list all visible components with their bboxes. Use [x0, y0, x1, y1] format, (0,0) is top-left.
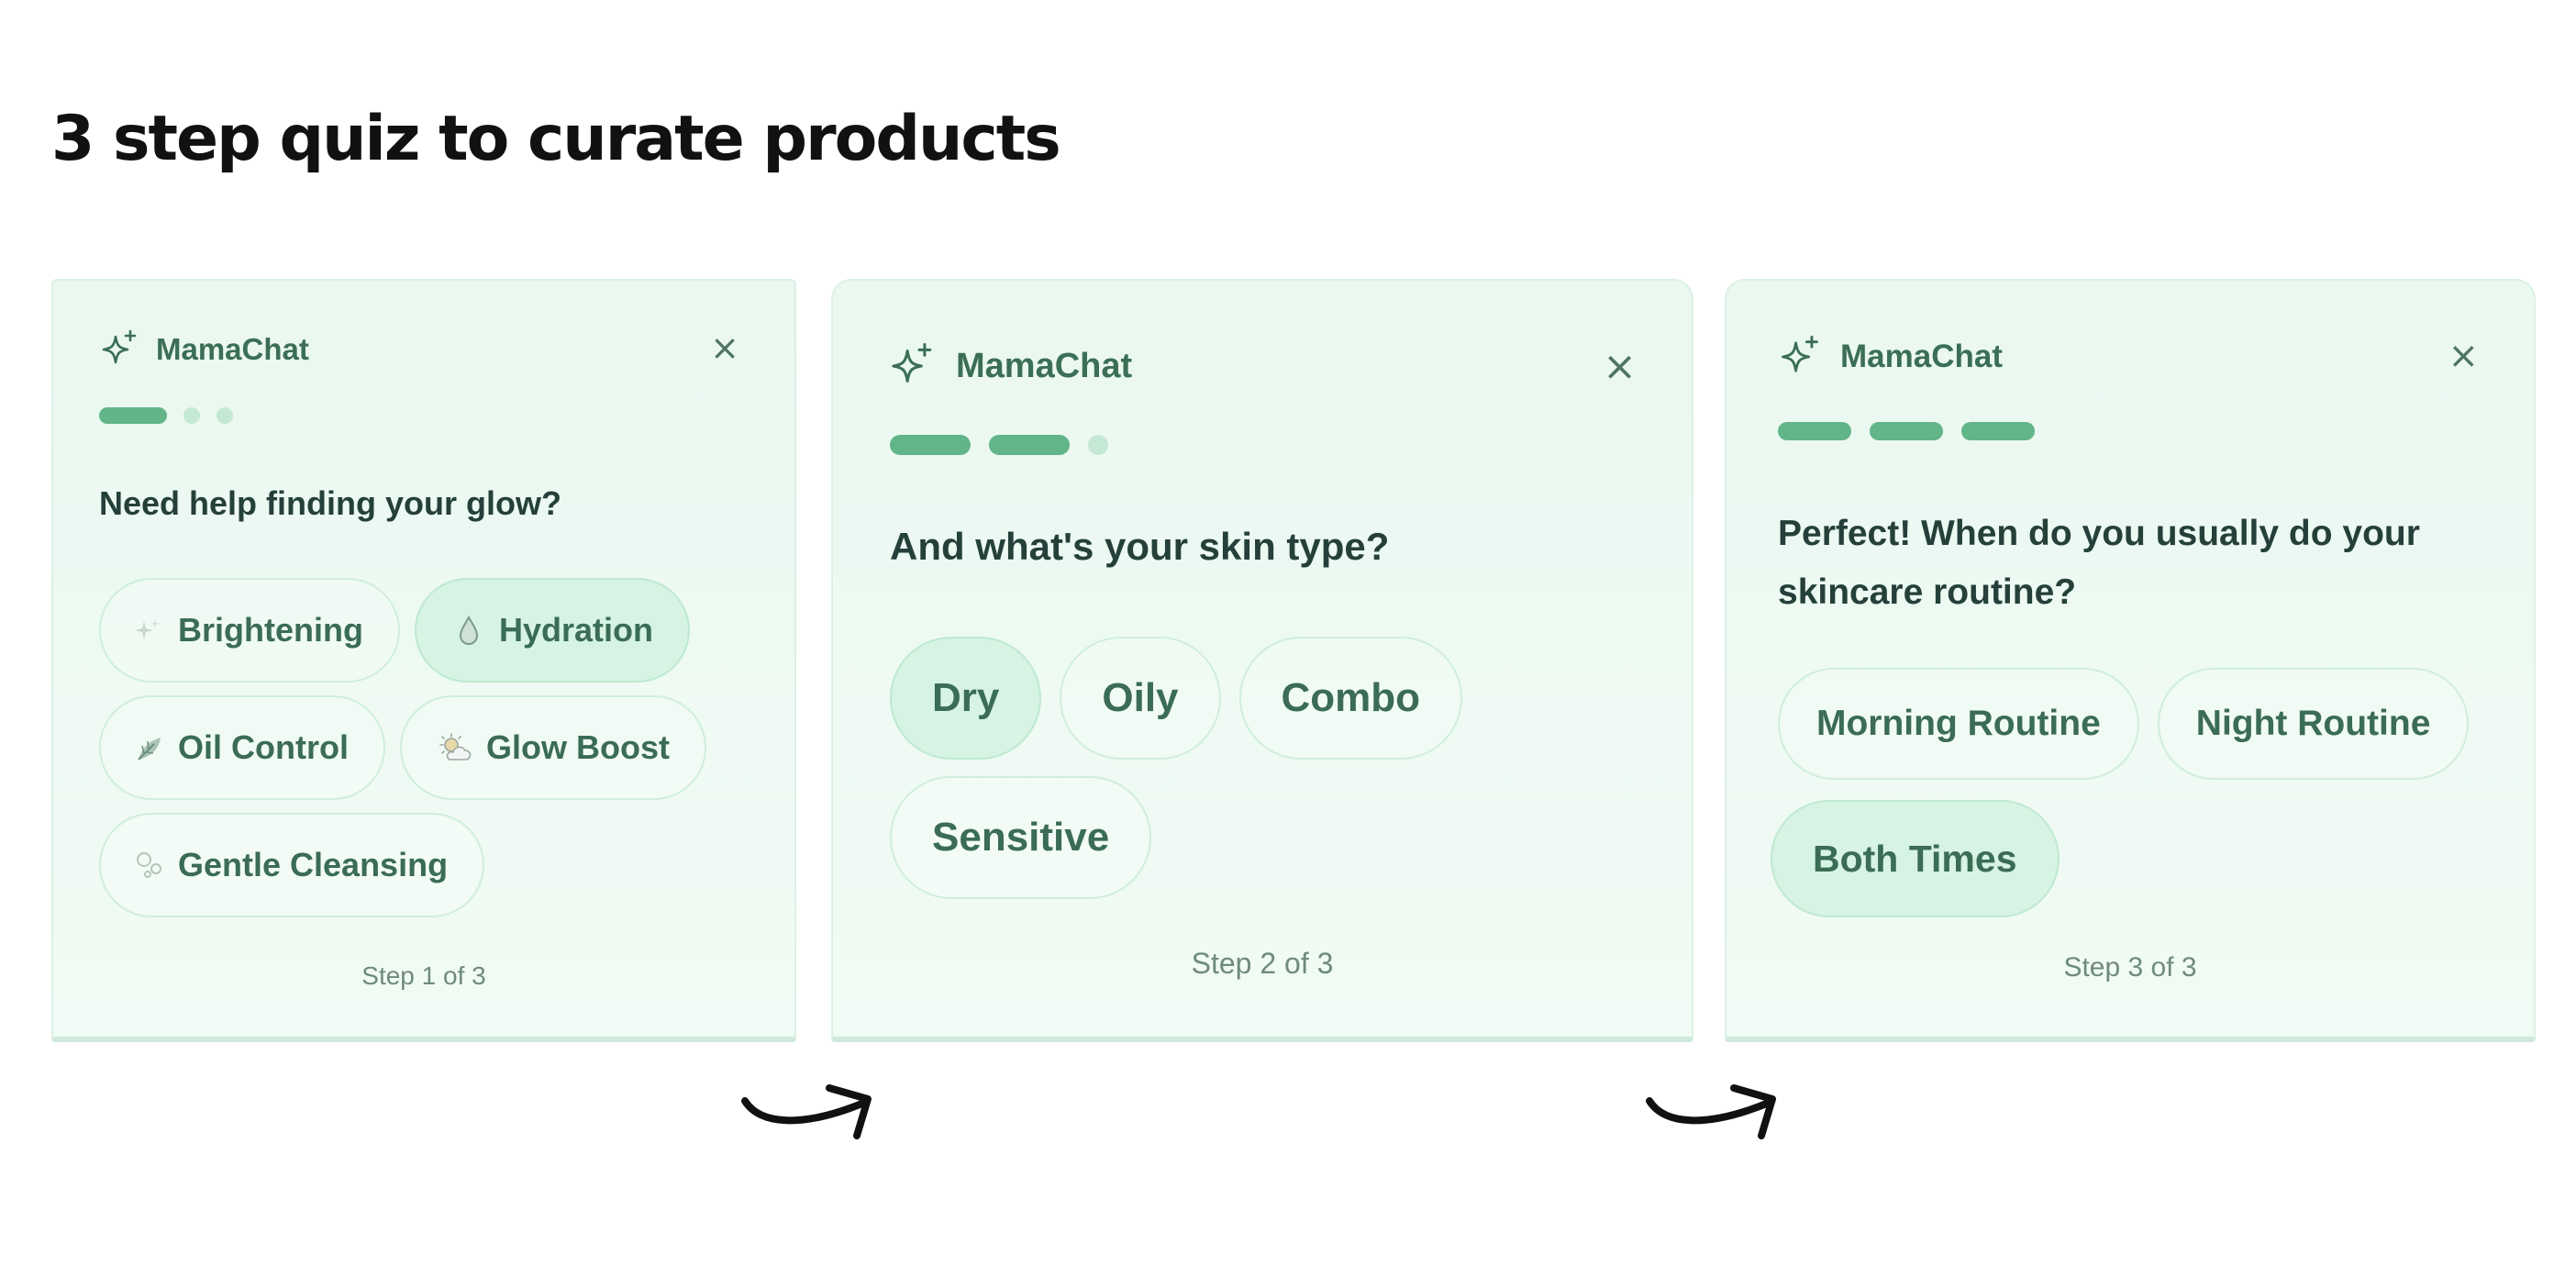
chat-header: MamaChat: [888, 341, 1132, 391]
sparkle-icon: [1778, 334, 1824, 380]
option-oil-control[interactable]: Oil Control: [99, 695, 385, 800]
next-step-arrow-icon: [741, 1084, 872, 1139]
chat-header: MamaChat: [99, 328, 309, 371]
option-label: Morning Routine: [1816, 704, 2101, 743]
progress-indicator: [99, 407, 233, 424]
quiz-card-step-2: MamaChat × And what's your skin type? Dr…: [831, 279, 1693, 1042]
next-step-arrow-icon: [1646, 1084, 1776, 1139]
option-dry[interactable]: Dry: [890, 637, 1042, 760]
droplet-icon: [457, 615, 481, 646]
progress-dot-pending: [1088, 435, 1108, 455]
sparkle-icon: [132, 616, 161, 645]
quiz-question-line: Perfect! When do you usually do your: [1778, 514, 2420, 553]
progress-indicator: [1778, 422, 2035, 440]
option-combo[interactable]: Combo: [1238, 637, 1463, 760]
quiz-card-step-1: MamaChat × Need help finding your glow? …: [51, 279, 796, 1042]
page-title: 3 step quiz to curate products: [51, 103, 1061, 175]
close-button[interactable]: ×: [1603, 347, 1637, 387]
option-oily[interactable]: Oily: [1060, 637, 1221, 760]
step-indicator: Step 1 of 3: [361, 961, 486, 990]
brand-name: MamaChat: [956, 346, 1133, 385]
option-brightening[interactable]: Brightening: [99, 578, 400, 683]
option-night-routine[interactable]: Night Routine: [2157, 668, 2470, 780]
progress-segment-complete: [890, 435, 971, 455]
sparkle-icon: [888, 341, 938, 391]
progress-segment-complete: [1961, 422, 2035, 440]
quiz-question: And what's your skin type?: [890, 525, 1390, 568]
option-list: Morning Routine Night Routine Both Times: [1771, 668, 2504, 917]
option-label: Brightening: [178, 611, 363, 649]
quiz-question-line: skincare routine?: [1778, 572, 2077, 612]
chat-header: MamaChat: [1778, 334, 2003, 380]
quiz-question: Need help finding your glow?: [99, 484, 561, 522]
option-gentle-cleansing[interactable]: Gentle Cleansing: [99, 813, 485, 917]
option-sensitive[interactable]: Sensitive: [890, 776, 1152, 899]
option-label: Both Times: [1813, 837, 2017, 880]
progress-dot-pending: [183, 407, 200, 424]
quiz-card-step-3: MamaChat × Perfect! When do you usually …: [1725, 279, 2536, 1042]
bubbles-icon: [134, 849, 165, 881]
brand-name: MamaChat: [156, 332, 309, 366]
progress-segment-complete: [1870, 422, 1943, 440]
sparkle-icon: [99, 328, 141, 371]
progress-segment-complete: [1778, 422, 1851, 440]
progress-segment-complete: [99, 407, 167, 424]
progress-dot-pending: [217, 407, 233, 424]
option-list: Dry Oily Combo Sensitive: [890, 637, 1642, 899]
option-label: Gentle Cleansing: [178, 846, 449, 883]
option-both-times[interactable]: Both Times: [1771, 800, 2060, 917]
option-label: Dry: [932, 675, 1000, 720]
option-glow-boost[interactable]: Glow Boost: [399, 695, 706, 800]
progress-segment-complete: [989, 435, 1070, 455]
option-label: Sensitive: [932, 815, 1110, 860]
option-morning-routine[interactable]: Morning Routine: [1778, 668, 2139, 780]
option-label: Oily: [1102, 675, 1179, 720]
brand-name: MamaChat: [1840, 339, 2003, 374]
step-indicator: Step 3 of 3: [2063, 952, 2197, 983]
close-button[interactable]: ×: [710, 330, 739, 365]
leaf-icon: [134, 732, 165, 763]
option-hydration[interactable]: Hydration: [414, 578, 690, 683]
quiz-question: Perfect! When do you usually do your ski…: [1778, 505, 2420, 622]
option-label: Hydration: [498, 611, 653, 649]
close-button[interactable]: ×: [2448, 338, 2479, 374]
progress-indicator: [890, 435, 1108, 455]
option-label: Combo: [1281, 675, 1421, 720]
option-list: Brightening Hydration Oil Control Glow B…: [99, 578, 778, 917]
option-label: Night Routine: [2195, 704, 2431, 743]
option-label: Oil Control: [178, 728, 349, 766]
step-indicator: Step 2 of 3: [1191, 947, 1334, 980]
option-label: Glow Boost: [485, 728, 670, 766]
sun-cloud-icon: [437, 732, 472, 763]
